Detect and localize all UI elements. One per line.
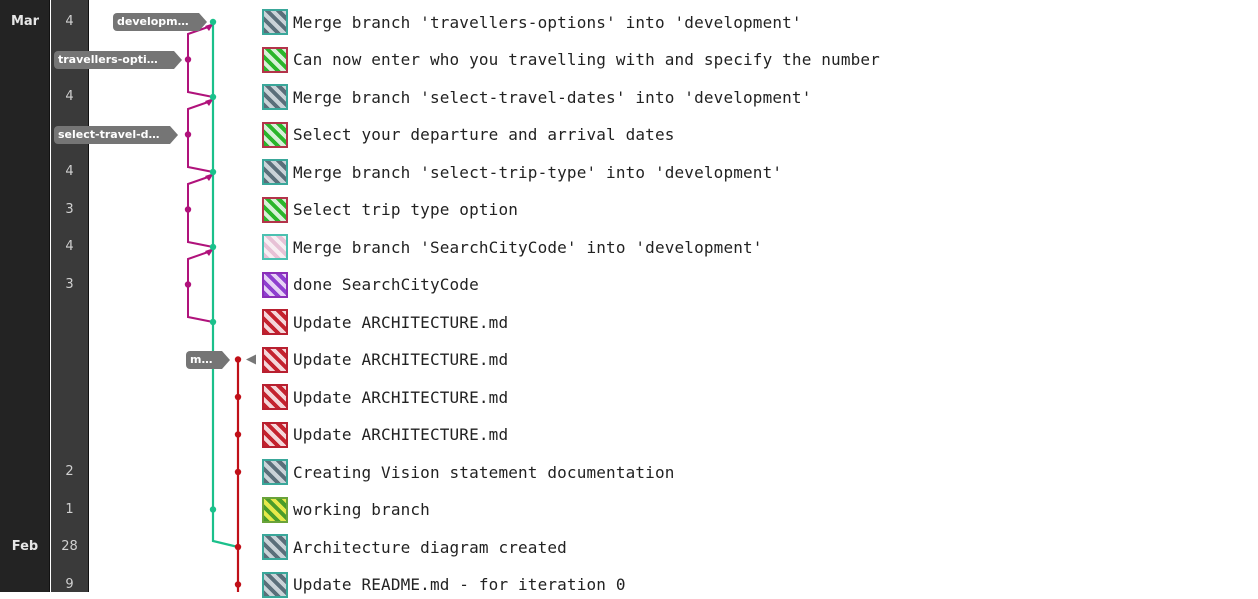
author-avatar <box>262 534 288 560</box>
commit-message[interactable]: Merge branch 'SearchCityCode' into 'deve… <box>293 238 763 257</box>
branch-label[interactable]: select-travel-d… <box>54 125 170 144</box>
commit-dot <box>234 581 242 588</box>
commit-dot <box>184 131 192 138</box>
commit-row[interactable]: done SearchCityCode <box>262 271 479 299</box>
commit-message[interactable]: done SearchCityCode <box>293 275 479 294</box>
commit-row[interactable]: Select your departure and arrival dates <box>262 121 675 149</box>
commit-message[interactable]: working branch <box>293 500 430 519</box>
commit-row[interactable]: Merge branch 'SearchCityCode' into 'deve… <box>262 233 763 261</box>
commit-dot <box>184 56 192 63</box>
head-pointer-icon <box>246 354 256 365</box>
author-avatar <box>262 309 288 335</box>
commit-message[interactable]: Select trip type option <box>293 200 518 219</box>
author-avatar <box>262 159 288 185</box>
author-avatar <box>262 121 288 148</box>
author-avatar <box>262 196 288 223</box>
commit-message[interactable]: Can now enter who you travelling with an… <box>293 50 880 69</box>
author-avatar <box>262 346 288 373</box>
commit-dot <box>234 356 242 363</box>
author-avatar <box>262 421 288 448</box>
feature-branch-line <box>187 175 214 248</box>
branch-label-tip <box>222 350 230 369</box>
commit-row[interactable]: Update ARCHITECTURE.md <box>262 383 508 411</box>
commit-row[interactable]: working branch <box>262 496 430 524</box>
commit-row[interactable]: Creating Vision statement documentation <box>262 458 675 486</box>
feature-branch-line <box>187 25 214 98</box>
commit-message[interactable]: Creating Vision statement documentation <box>293 463 675 482</box>
commit-message[interactable]: Update ARCHITECTURE.md <box>293 350 508 369</box>
development-branch-line <box>211 22 239 549</box>
author-avatar <box>262 46 288 73</box>
commit-message[interactable]: Update ARCHITECTURE.md <box>293 388 508 407</box>
branch-label-tip <box>199 13 207 31</box>
commit-message[interactable]: Merge branch 'select-trip-type' into 'de… <box>293 163 782 182</box>
feature-branch-line <box>187 100 214 173</box>
commit-dot <box>209 243 217 251</box>
commit-row[interactable]: Update ARCHITECTURE.md <box>262 308 508 336</box>
commit-dot <box>184 281 192 288</box>
commit-dot <box>234 393 242 401</box>
commit-row[interactable]: Select trip type option <box>262 196 518 224</box>
commit-dot <box>209 506 217 513</box>
commit-message[interactable]: Merge branch 'select-travel-dates' into … <box>293 88 812 107</box>
branch-label[interactable]: development <box>113 13 199 31</box>
commit-row[interactable]: Architecture diagram created <box>262 533 567 561</box>
branch-label-tip <box>170 125 178 144</box>
branch-label[interactable]: main <box>186 350 222 369</box>
author-avatar <box>262 234 288 260</box>
feature-branch-line <box>187 250 214 323</box>
commit-dot <box>234 431 242 438</box>
author-avatar <box>262 9 288 35</box>
commit-dot <box>209 318 217 326</box>
author-avatar <box>262 459 288 485</box>
branch-label[interactable]: travellers-opti… <box>54 50 174 69</box>
commit-row[interactable]: Merge branch 'select-travel-dates' into … <box>262 83 812 111</box>
author-avatar <box>262 271 288 298</box>
author-avatar <box>262 384 288 410</box>
commit-row[interactable]: Merge branch 'travellers-options' into '… <box>262 8 802 36</box>
commit-message[interactable]: Update ARCHITECTURE.md <box>293 313 508 332</box>
commit-row[interactable]: Update ARCHITECTURE.md <box>262 421 508 449</box>
commit-message[interactable]: Update README.md - for iteration 0 <box>293 575 626 594</box>
commit-message[interactable]: Select your departure and arrival dates <box>293 125 675 144</box>
commit-dot <box>209 93 217 101</box>
commit-row[interactable]: Merge branch 'select-trip-type' into 'de… <box>262 158 782 186</box>
commit-dot <box>234 468 242 476</box>
commit-message[interactable]: Update ARCHITECTURE.md <box>293 425 508 444</box>
commit-dot <box>209 168 217 176</box>
commit-message[interactable]: Architecture diagram created <box>293 538 567 557</box>
author-avatar <box>262 571 288 598</box>
commit-message[interactable]: Merge branch 'travellers-options' into '… <box>293 13 802 32</box>
author-avatar <box>262 84 288 110</box>
commit-row[interactable]: Update ARCHITECTURE.md <box>262 346 508 374</box>
commit-row[interactable]: Update README.md - for iteration 0 <box>262 571 626 599</box>
commit-row[interactable]: Can now enter who you travelling with an… <box>262 46 880 74</box>
commit-dot <box>209 18 217 26</box>
author-avatar <box>262 496 288 523</box>
branch-label-tip <box>174 50 182 69</box>
commit-dot <box>234 543 242 551</box>
commit-dot <box>184 206 192 213</box>
